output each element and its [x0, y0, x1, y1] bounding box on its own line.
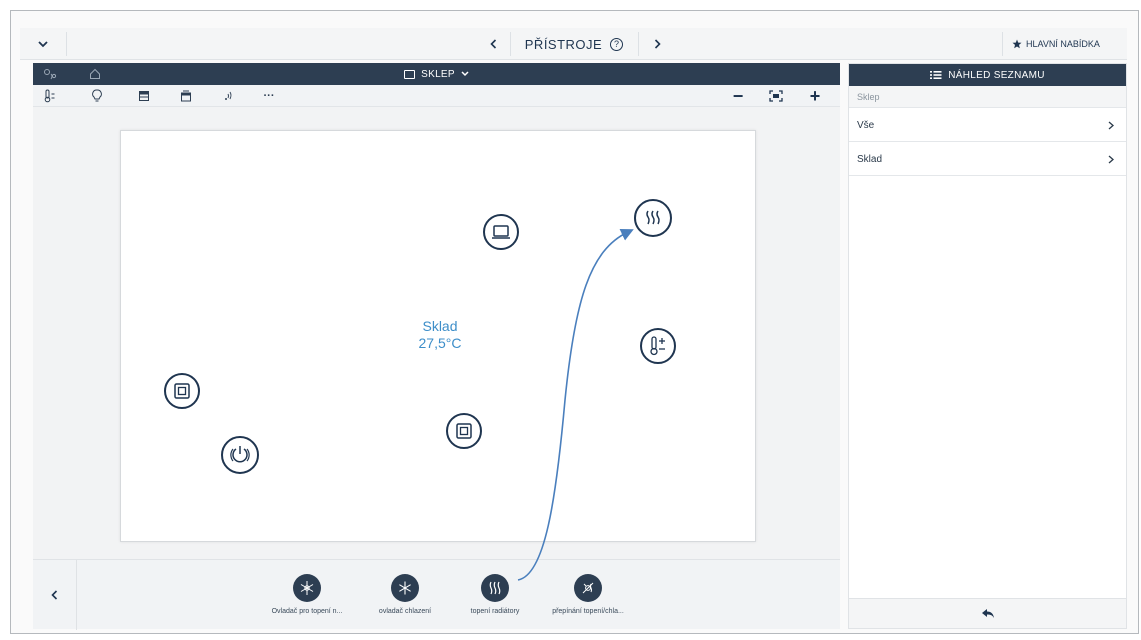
thermostat-device[interactable] [640, 328, 676, 364]
page-title: PŘÍSTROJE ? [514, 28, 634, 60]
separator [638, 32, 639, 56]
zoom-out-button[interactable]: − [726, 85, 750, 107]
favorite-label: Ovladač pro topení n... [271, 608, 343, 615]
favorite-label: přepínání topení/chla... [552, 608, 624, 615]
switch-device-center[interactable] [446, 413, 482, 449]
chevron-right-icon [654, 39, 661, 49]
floorplan-header: SKLEP [33, 63, 840, 85]
heating-cooling-icon [293, 574, 321, 602]
snowflake-icon [391, 574, 419, 602]
blind-icon[interactable] [132, 85, 156, 107]
separator [66, 32, 67, 56]
chevron-left-icon [51, 590, 58, 600]
radiator-icon [646, 210, 660, 225]
chevron-down-icon [38, 40, 48, 47]
favorite-cooling-controller[interactable]: ovladač chlazení [369, 574, 441, 615]
power-device[interactable] [221, 436, 259, 474]
chevron-left-icon [489, 39, 496, 49]
back-arrow-icon [981, 609, 994, 618]
favorite-heating-cooling-switch[interactable]: přepínání topení/chla... [540, 574, 636, 615]
top-bar: PŘÍSTROJE ? HLAVNÍ NABÍDKA [20, 28, 1127, 60]
collapse-button[interactable] [28, 28, 58, 60]
separator [510, 32, 511, 56]
switch-device-left[interactable] [164, 373, 200, 409]
list-view-panel: NÁHLED SEZNAMU Sklep Vše Sklad [848, 63, 1127, 629]
favorite-radiators[interactable]: topení radiátory [457, 574, 533, 615]
thermometer-plus-minus-icon [650, 336, 665, 356]
socket-icon [492, 225, 510, 239]
heating-device[interactable] [634, 199, 672, 237]
favorite-label: ovladač chlazení [378, 608, 432, 615]
zoom-in-button[interactable]: + [803, 85, 827, 107]
list-view-title: NÁHLED SEZNAMU [948, 69, 1045, 81]
next-page-button[interactable] [644, 28, 670, 60]
help-icon[interactable]: ? [610, 37, 624, 51]
favorite-heating-controller[interactable]: Ovladač pro topení n... [261, 574, 353, 615]
switch-icon [456, 423, 472, 439]
room-info[interactable]: Sklad 27,5°C [395, 318, 485, 352]
room-name: Sklad [422, 318, 458, 334]
previous-page-button[interactable] [480, 28, 506, 60]
thermometer-icon[interactable] [37, 85, 61, 107]
back-button[interactable] [849, 598, 1126, 628]
socket-device[interactable] [483, 214, 519, 250]
heating-cooling-switch-icon [574, 574, 602, 602]
favorites-prev-button[interactable] [33, 560, 77, 630]
floor-label: SKLEP [421, 68, 455, 80]
favorite-label: topení radiátory [470, 608, 520, 615]
bulb-icon[interactable] [85, 85, 109, 107]
signal-icon[interactable] [217, 85, 241, 107]
chevron-right-icon [1108, 155, 1114, 163]
power-icon [230, 446, 250, 463]
radiator-icon [481, 574, 509, 602]
list-view-header: NÁHLED SEZNAMU [849, 64, 1126, 86]
floor-selector[interactable]: SKLEP [33, 63, 840, 85]
star-icon [1012, 39, 1022, 49]
switch-icon [174, 383, 190, 399]
chevron-down-icon [461, 71, 469, 77]
favorites-bar: Ovladač pro topení n... ovladač chlazení… [33, 559, 840, 630]
list-item-label: Vše [857, 119, 875, 131]
main-menu-label: HLAVNÍ NABÍDKA [1026, 39, 1100, 49]
separator [1002, 32, 1003, 56]
shutter-icon[interactable] [174, 85, 198, 107]
main-menu-button[interactable]: HLAVNÍ NABÍDKA [1008, 28, 1127, 60]
floorplan-icon [404, 69, 416, 79]
list-item[interactable]: Vše [849, 109, 1126, 142]
filter-toolbar: ··· − + [33, 85, 840, 107]
list-item-label: Sklad [857, 153, 883, 165]
breadcrumb[interactable]: Sklep [849, 86, 1126, 108]
chevron-right-icon [1108, 121, 1114, 129]
list-item[interactable]: Sklad [849, 143, 1126, 176]
fit-screen-icon[interactable] [764, 85, 788, 107]
page-title-label: PŘÍSTROJE [524, 36, 603, 52]
more-icon[interactable]: ··· [257, 85, 281, 107]
list-icon [930, 71, 942, 79]
room-temperature: 27,5°C [418, 335, 462, 351]
